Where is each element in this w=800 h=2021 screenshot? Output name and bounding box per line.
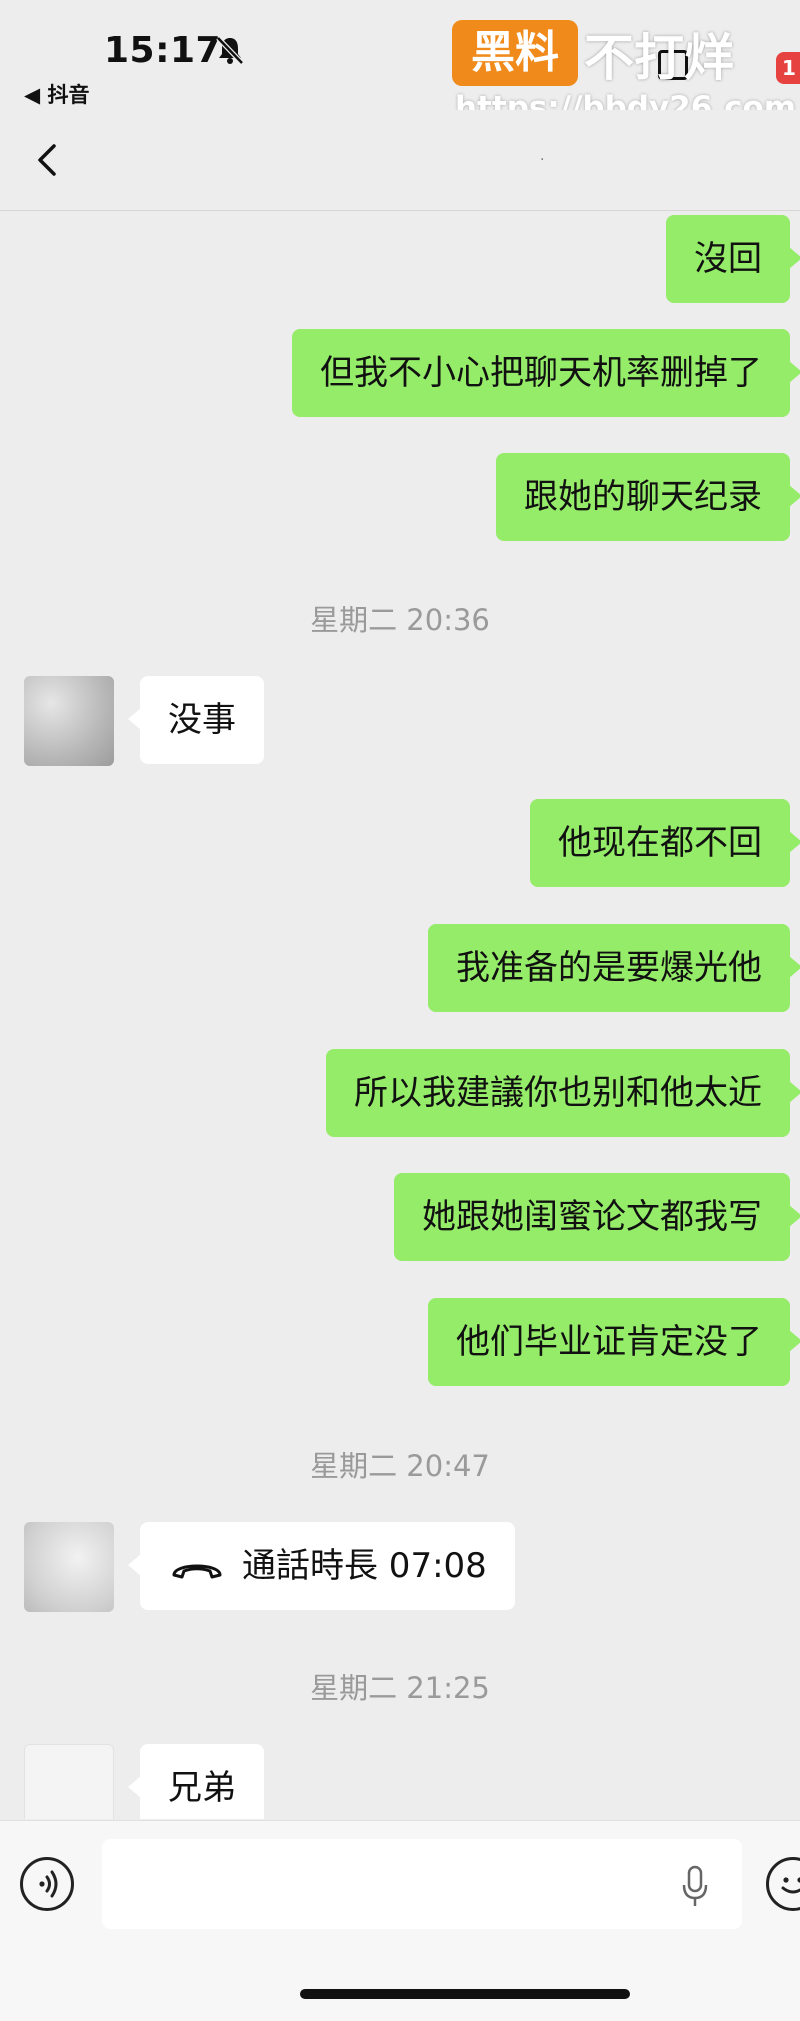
back-chevron-icon[interactable] [30,142,66,178]
status-time: 15:17 [104,30,222,71]
chat-header: · [0,110,800,211]
avatar[interactable] [24,1744,114,1819]
voice-wave-icon [39,1870,58,1898]
back-to-app-link[interactable]: ◀ 抖音 [24,79,89,109]
notification-badge: 1 [776,52,800,84]
message-input[interactable] [102,1839,742,1929]
smiley-icon [781,1877,800,1894]
timestamp: 星期二 21:25 [310,1671,490,1705]
sent-message[interactable]: 我准备的是要爆光他 [428,924,800,1012]
emoji-button[interactable] [766,1857,800,1911]
received-message[interactable]: 兄弟 [128,1744,264,1819]
avatar[interactable] [24,676,114,766]
call-duration-label: 通話時長 07:08 [242,1546,487,1586]
received-message[interactable]: 没事 [128,676,264,764]
voice-input-button[interactable] [20,1857,74,1911]
phone-hangup-icon [172,1564,222,1578]
sent-message[interactable]: 她跟她闺蜜论文都我写 [394,1173,800,1261]
sent-message[interactable]: 他现在都不回 [530,799,800,887]
bell-muted-icon [216,36,244,65]
timestamp: 星期二 20:47 [310,1449,490,1483]
sent-message[interactable]: 他们毕业证肯定没了 [428,1298,800,1386]
sent-message[interactable]: 但我不小心把聊天机率删掉了 [292,329,800,417]
avatar[interactable] [24,1522,114,1612]
call-record-message[interactable]: 通話時長 07:08 [128,1522,515,1610]
watermark-text: 不打烊 [584,29,734,87]
watermark-logo: 黑料 [452,20,578,86]
microphone-icon[interactable] [680,1865,710,1909]
sent-message[interactable]: 所以我建議你也别和他太近 [326,1049,800,1137]
timestamp: 星期二 20:36 [310,603,490,637]
message-list[interactable]: 沒回 但我不小心把聊天机率删掉了 跟她的聊天纪录 星期二 20:36 没事 他现… [0,211,800,1819]
chat-title: · [540,152,545,168]
sent-message[interactable]: 沒回 [666,215,800,303]
sent-message[interactable]: 跟她的聊天纪录 [496,453,800,541]
input-bar [0,1820,800,2021]
home-indicator[interactable] [300,1989,630,1999]
